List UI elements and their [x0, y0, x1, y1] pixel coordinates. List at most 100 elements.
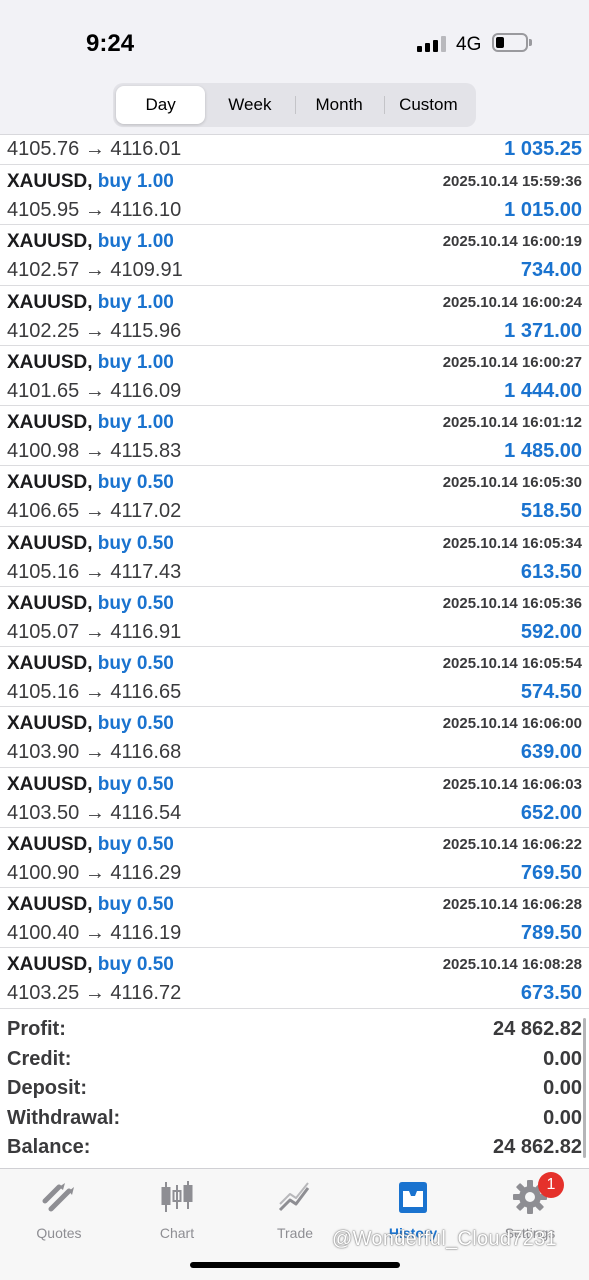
trade-row[interactable]: XAUUSD, buy 1.00 2025.10.14 16:00:27 410… — [0, 346, 589, 406]
trade-row[interactable]: 4105.76 → 4116.01 1 035.25 — [0, 135, 589, 165]
trade-row[interactable]: XAUUSD, buy 0.50 2025.10.14 16:06:00 410… — [0, 707, 589, 768]
trade-prices: 4100.40 → 4116.19 — [7, 922, 182, 944]
trade-row[interactable]: XAUUSD, buy 1.00 2025.10.14 15:59:36 410… — [0, 165, 589, 226]
status-bar: 9:24 4G — [0, 0, 589, 82]
trade-history-list: 4105.76 → 4116.01 1 035.25 XAUUSD, buy 1… — [0, 135, 589, 1009]
cellular-signal-icon — [417, 36, 447, 52]
trade-profit: 789.50 — [520, 922, 582, 944]
summary-label: Profit: — [7, 1018, 66, 1040]
trade-side: buy 0.50 — [97, 592, 174, 614]
trade-symbol: XAUUSD, — [7, 472, 93, 494]
summary-row-balance: Balance: 24 862.82 — [0, 1134, 589, 1164]
trade-row[interactable]: XAUUSD, buy 0.50 2025.10.14 16:05:30 410… — [0, 466, 589, 527]
trade-prices: 4100.98 → 4115.83 — [7, 440, 182, 462]
segment-week[interactable]: Week — [205, 86, 294, 124]
summary-value: 24 862.82 — [493, 1018, 582, 1040]
summary-label: Credit: — [7, 1047, 72, 1070]
trade-symbol: XAUUSD, — [7, 773, 93, 795]
trade-time: 2025.10.14 16:05:34 — [442, 534, 582, 552]
tab-quotes[interactable]: Quotes — [0, 1177, 118, 1241]
trade-side: buy 1.00 — [97, 171, 174, 192]
network-type: 4G — [456, 34, 482, 55]
trade-side: buy 0.50 — [97, 653, 174, 674]
trade-time: 2025.10.14 16:05:36 — [442, 594, 582, 612]
trade-row[interactable]: XAUUSD, buy 0.50 2025.10.14 16:06:28 410… — [0, 888, 589, 949]
trade-prices: 4103.25 → 4116.72 — [7, 982, 182, 1005]
trade-time: 2025.10.14 16:00:27 — [442, 353, 582, 371]
trade-profit: 652.00 — [520, 801, 582, 824]
trade-prices: 4105.16 → 4117.43 — [7, 560, 182, 583]
trade-title: XAUUSD, buy 1.00 — [7, 230, 174, 254]
trade-row[interactable]: XAUUSD, buy 1.00 2025.10.14 16:01:12 410… — [0, 406, 589, 467]
trade-profit: 769.50 — [520, 861, 582, 884]
quotes-icon — [42, 1183, 74, 1212]
trade-title: XAUUSD, buy 0.50 — [7, 712, 174, 736]
summary-label: Deposit: — [7, 1077, 87, 1099]
tab-chart[interactable]: Chart — [118, 1177, 236, 1241]
trade-row[interactable]: XAUUSD, buy 0.50 2025.10.14 16:06:22 410… — [0, 828, 589, 888]
trade-title: XAUUSD, buy 0.50 — [7, 953, 174, 977]
period-segmented-control: Day Week Month Custom — [113, 83, 476, 127]
trade-row[interactable]: XAUUSD, buy 0.50 2025.10.14 16:05:36 410… — [0, 587, 589, 647]
segment-month[interactable]: Month — [294, 86, 384, 124]
trade-side: buy 1.00 — [97, 291, 174, 313]
summary-value: 0.00 — [543, 1077, 582, 1099]
summary-value: 0.00 — [543, 1047, 582, 1070]
scrollbar[interactable] — [583, 1018, 586, 1158]
trade-profit: 1 371.00 — [504, 319, 582, 342]
trade-prices: 4101.65 → 4116.09 — [7, 379, 182, 402]
trade-profit: 518.50 — [520, 500, 582, 523]
trade-prices: 4100.90 → 4116.29 — [7, 861, 182, 884]
trade-title: XAUUSD, buy 0.50 — [7, 893, 174, 917]
trade-profit: 639.00 — [520, 741, 582, 764]
trade-row[interactable]: XAUUSD, buy 0.50 2025.10.14 16:05:54 410… — [0, 647, 589, 708]
summary-label: Withdrawal: — [7, 1106, 121, 1129]
trade-time: 2025.10.14 16:08:28 — [442, 956, 582, 974]
trade-time: 2025.10.14 16:05:54 — [442, 655, 582, 672]
trade-symbol: XAUUSD, — [7, 231, 93, 253]
trade-symbol: XAUUSD, — [7, 833, 93, 855]
trade-side: buy 0.50 — [97, 713, 174, 735]
trade-time: 2025.10.14 16:00:19 — [442, 233, 582, 251]
summary-label: Balance: — [7, 1136, 91, 1158]
trade-row[interactable]: XAUUSD, buy 1.00 2025.10.14 16:00:19 410… — [0, 225, 589, 286]
summary-row-withdrawal: Withdrawal: 0.00 — [0, 1105, 589, 1135]
trade-title: XAUUSD, buy 0.50 — [7, 532, 174, 556]
trade-profit: 734.00 — [520, 259, 582, 282]
trade-symbol: XAUUSD, — [7, 532, 93, 554]
trade-title: XAUUSD, buy 0.50 — [7, 833, 174, 857]
tab-label: Chart — [159, 1225, 195, 1241]
trade-time: 2025.10.14 16:06:03 — [442, 775, 582, 793]
trade-profit: 673.50 — [520, 982, 582, 1005]
segment-custom[interactable]: Custom — [383, 86, 473, 124]
trade-side: buy 1.00 — [97, 412, 174, 433]
trade-side: buy 0.50 — [97, 472, 174, 494]
trade-symbol: XAUUSD, — [7, 592, 93, 614]
trade-symbol: XAUUSD, — [7, 351, 93, 373]
trade-prices: 4103.90 → 4116.68 — [7, 741, 182, 764]
trade-row[interactable]: XAUUSD, buy 0.50 2025.10.14 16:08:28 410… — [0, 948, 589, 1009]
trade-symbol: XAUUSD, — [7, 954, 93, 976]
candlestick-icon — [161, 1181, 193, 1212]
trade-prices: 4105.16 → 4116.65 — [7, 681, 182, 703]
trade-prices: 4105.07 → 4116.91 — [7, 620, 182, 643]
trade-row[interactable]: XAUUSD, buy 0.50 2025.10.14 16:05:34 410… — [0, 527, 589, 587]
trade-prices: 4102.25 → 4115.96 — [7, 319, 182, 342]
trade-prices: 4105.95 → 4116.10 — [7, 199, 182, 221]
account-summary: Profit: 24 862.82 Credit: 0.00 Deposit: … — [0, 1016, 589, 1164]
trade-symbol: XAUUSD, — [7, 653, 93, 674]
trade-symbol: XAUUSD, — [7, 171, 93, 192]
trade-side: buy 0.50 — [97, 894, 174, 915]
trade-row[interactable]: XAUUSD, buy 1.00 2025.10.14 16:00:24 410… — [0, 286, 589, 346]
trade-time: 2025.10.14 16:05:30 — [442, 474, 582, 492]
trade-time: 2025.10.14 16:06:00 — [442, 715, 582, 733]
trade-row[interactable]: XAUUSD, buy 0.50 2025.10.14 16:06:03 410… — [0, 768, 589, 828]
trade-time: 2025.10.14 16:00:24 — [442, 293, 582, 311]
trade-title: XAUUSD, buy 1.00 — [7, 291, 174, 315]
settings-notification-badge: 1 — [538, 1172, 564, 1198]
trade-prices: 4106.65 → 4117.02 — [7, 500, 182, 523]
summary-row-deposit: Deposit: 0.00 — [0, 1075, 589, 1105]
trade-symbol: XAUUSD, — [7, 713, 93, 735]
segment-day[interactable]: Day — [116, 86, 206, 124]
trade-title: XAUUSD, buy 1.00 — [7, 170, 174, 194]
